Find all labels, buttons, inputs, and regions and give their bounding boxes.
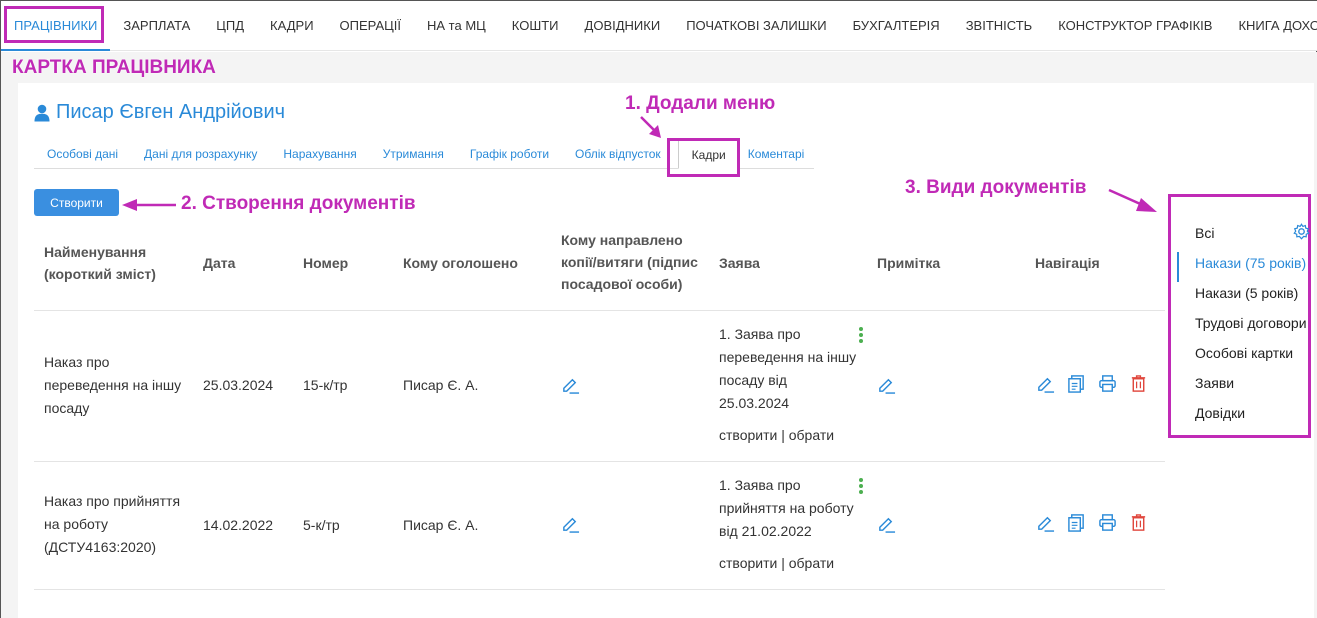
documents-table: Найменування (короткий зміст) Дата Номер…: [34, 219, 1165, 590]
tab-accruals[interactable]: Нарахування: [270, 140, 369, 168]
link-separator: |: [777, 555, 789, 571]
tab-hr[interactable]: Кадри: [677, 140, 740, 169]
row-actions: [1036, 374, 1148, 393]
tab-comments[interactable]: Коментарі: [740, 140, 818, 168]
edit-copies-icon[interactable]: [561, 514, 580, 533]
cell-application: 1. Заява про переведення на іншу посаду …: [719, 326, 857, 443]
nav-salary[interactable]: ЗАРПЛАТА: [110, 1, 203, 51]
doc-types-annotation: 3. Види документів: [905, 177, 1087, 198]
edit-note-icon[interactable]: [877, 514, 896, 533]
col-note-header: Примітка: [877, 255, 941, 271]
create-docs-annotation: 2. Створення документів: [181, 193, 416, 214]
cell-date: 25.03.2024: [203, 377, 274, 393]
create-button[interactable]: Створити: [34, 189, 119, 216]
create-application-link[interactable]: створити: [719, 427, 777, 443]
cell-name: Наказ про переведення на іншу посаду: [44, 354, 182, 416]
edit-icon[interactable]: [1036, 513, 1055, 532]
filter-personal-cards[interactable]: Особові картки: [1195, 345, 1293, 361]
nav-employees[interactable]: ПРАЦІВНИКИ: [1, 1, 111, 51]
nav-schedule-builder[interactable]: КОНСТРУКТОР ГРАФІКІВ: [1045, 1, 1225, 51]
cell-announced: Писар Є. А.: [403, 517, 479, 533]
col-application-header: Заява: [719, 255, 760, 271]
nav-hr[interactable]: КАДРИ: [257, 1, 327, 51]
nav-opening-balances[interactable]: ПОЧАТКОВІ ЗАЛИШКИ: [673, 1, 839, 51]
nav-directories[interactable]: ДОВІДНИКИ: [572, 1, 674, 51]
print-icon[interactable]: [1098, 513, 1117, 532]
col-date-header: Дата: [203, 255, 236, 271]
choose-application-link[interactable]: обрати: [789, 555, 834, 571]
document-types-panel: Всі Накази (75 років) Накази (5 років) Т…: [1168, 194, 1311, 438]
cell-application: 1. Заява про прийняття на роботу від 21.…: [719, 477, 854, 571]
choose-application-link[interactable]: обрати: [789, 427, 834, 443]
card-title-annotation: КАРТКА ПРАЦІВНИКА: [12, 57, 216, 78]
col-copies-header: Кому направлено копії/витяги (підпис пос…: [561, 232, 698, 292]
delete-icon[interactable]: [1129, 374, 1148, 393]
nav-operations[interactable]: ОПЕРАЦІЇ: [327, 1, 414, 51]
table-header: Найменування (короткий зміст) Дата Номер…: [34, 219, 1165, 311]
tab-deductions[interactable]: Утримання: [370, 140, 457, 168]
tab-vacation-records[interactable]: Облік відпусток: [562, 140, 674, 168]
col-navigation-header: Навігація: [1035, 255, 1100, 271]
delete-icon[interactable]: [1129, 513, 1148, 532]
added-menu-annotation: 1. Додали меню: [625, 93, 776, 114]
edit-icon[interactable]: [1036, 374, 1055, 393]
filter-all[interactable]: Всі: [1195, 225, 1214, 241]
create-application-link[interactable]: створити: [719, 555, 777, 571]
col-announced-header: Кому оголошено: [403, 255, 518, 271]
col-name-header: Найменування (короткий зміст): [44, 244, 156, 282]
copy-document-icon[interactable]: [1067, 374, 1086, 393]
table-row: Наказ про переведення на іншу посаду 25.…: [34, 311, 1165, 462]
settings-icon[interactable]: [1293, 223, 1310, 240]
more-options-icon[interactable]: [859, 478, 863, 494]
filter-employment-contracts[interactable]: Трудові договори: [1195, 315, 1309, 331]
copy-document-icon[interactable]: [1067, 513, 1086, 532]
link-separator: |: [777, 427, 789, 443]
tab-personal-data[interactable]: Особові дані: [34, 140, 131, 168]
active-indicator: [1177, 252, 1179, 282]
col-number-header: Номер: [303, 255, 349, 271]
filter-orders-75[interactable]: Накази (75 років): [1195, 255, 1306, 271]
edit-note-icon[interactable]: [877, 375, 896, 394]
employee-header: Писар Євген Андрійович: [34, 101, 285, 124]
top-navigation: ПРАЦІВНИКИ ЗАРПЛАТА ЦПД КАДРИ ОПЕРАЦІЇ Н…: [1, 1, 1317, 51]
nav-accounting[interactable]: БУХГАЛТЕРІЯ: [840, 1, 953, 51]
cell-name: Наказ про прийняття на роботу (ДСТУ4163:…: [44, 493, 181, 555]
nav-income-book[interactable]: КНИГА ДОХОДІВ: [1225, 1, 1317, 51]
filter-applications[interactable]: Заяви: [1195, 375, 1234, 391]
tab-calculation-data[interactable]: Дані для розрахунку: [131, 140, 270, 168]
employee-name: Писар Євген Андрійович: [56, 101, 286, 123]
cell-number: 5-к/тр: [303, 517, 340, 533]
nav-assets[interactable]: НА та МЦ: [414, 1, 499, 51]
print-icon[interactable]: [1098, 374, 1117, 393]
filter-certificates[interactable]: Довідки: [1195, 405, 1245, 421]
more-options-icon[interactable]: [859, 327, 863, 343]
nav-cpd[interactable]: ЦПД: [203, 1, 257, 51]
table-row: Наказ про прийняття на роботу (ДСТУ4163:…: [34, 462, 1165, 590]
tab-work-schedule[interactable]: Графік роботи: [457, 140, 562, 168]
filter-orders-5[interactable]: Накази (5 років): [1195, 285, 1298, 301]
nav-funds[interactable]: КОШТИ: [499, 1, 572, 51]
user-icon: [34, 104, 50, 121]
row-actions: [1036, 513, 1148, 532]
nav-reports[interactable]: ЗВІТНІСТЬ: [953, 1, 1046, 51]
employee-tabs: Особові дані Дані для розрахунку Нарахув…: [34, 140, 814, 169]
edit-copies-icon[interactable]: [561, 375, 580, 394]
cell-number: 15-к/тр: [303, 377, 348, 393]
cell-announced: Писар Є. А.: [403, 377, 479, 393]
cell-date: 14.02.2022: [203, 517, 274, 533]
